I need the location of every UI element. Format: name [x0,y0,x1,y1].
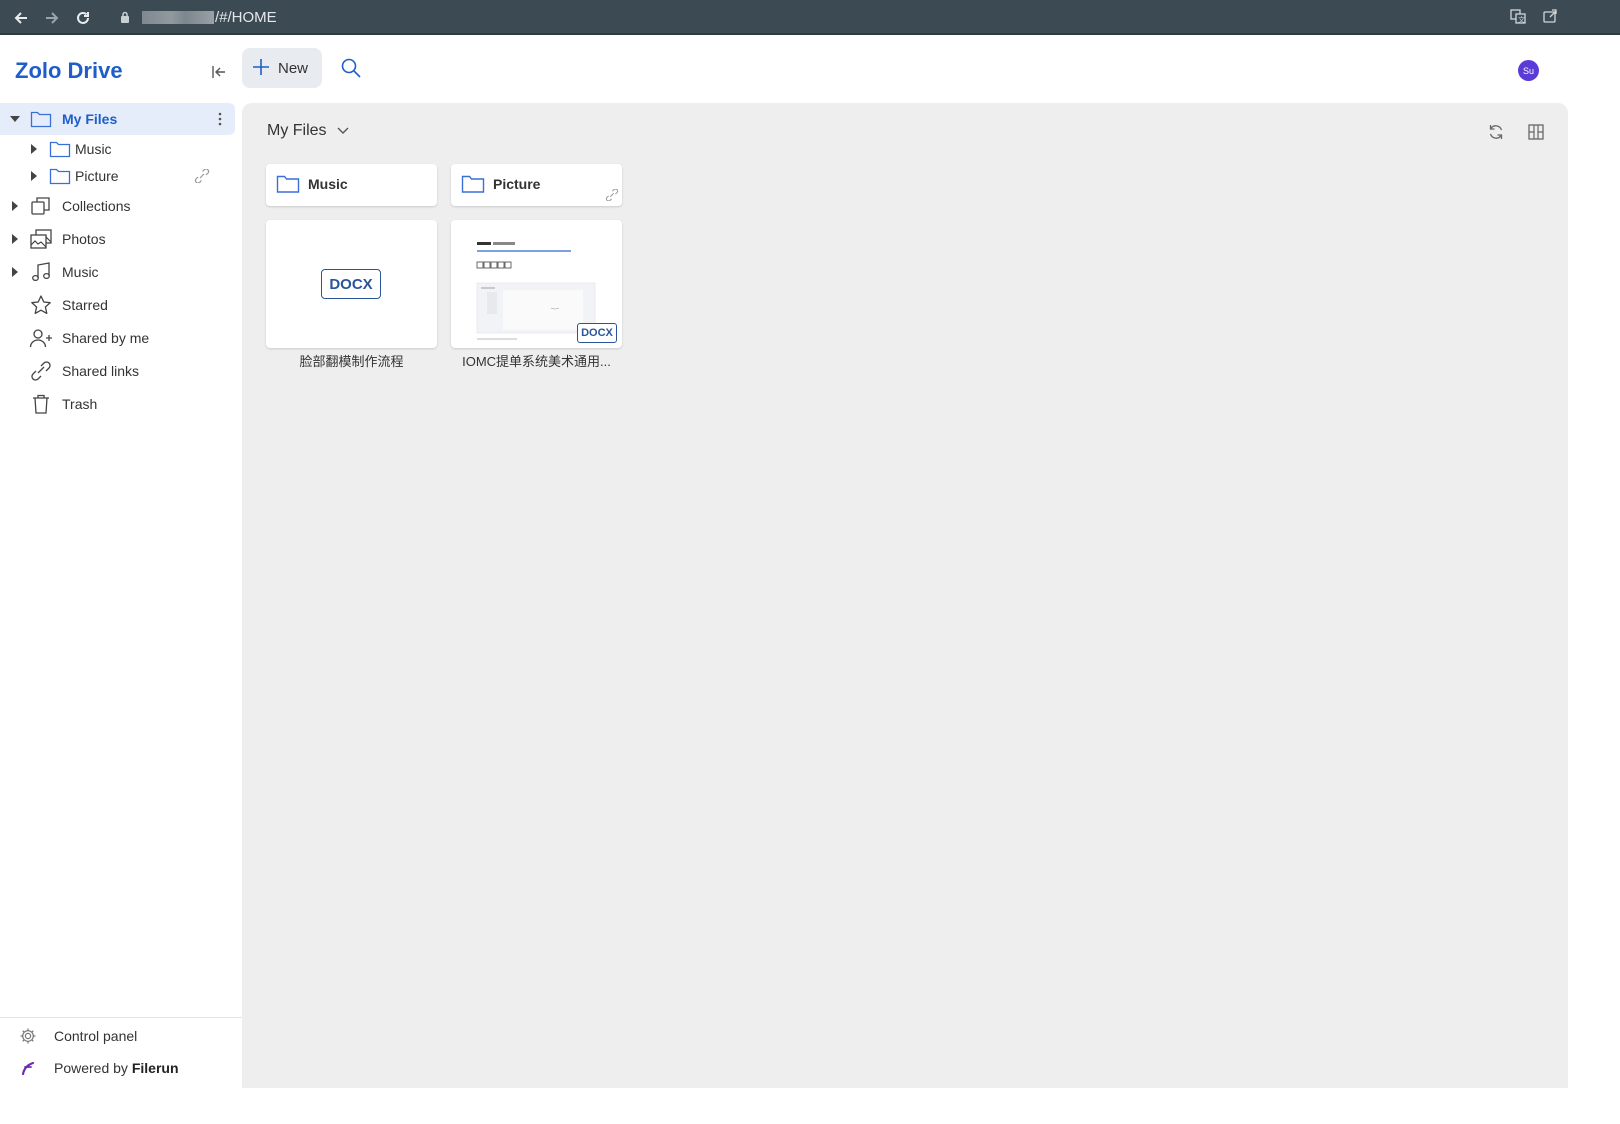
folder-name: Music [308,176,348,192]
forward-icon[interactable] [41,7,63,29]
sidebar-footer: Control panel Powered by Filerun [0,1017,242,1089]
docx-file-type-badge: DOCX [577,323,617,343]
sidebar-item-label: Shared by me [62,330,150,346]
gear-icon [16,1024,40,1048]
caret-right-icon[interactable] [10,234,20,244]
sidebar-item-collections[interactable]: Collections [0,190,242,222]
sidebar-item-shared-by-me[interactable]: Shared by me [0,322,242,354]
sidebar-item-picture-folder[interactable]: Picture [0,160,242,192]
sidebar-item-my-files[interactable]: My Files [0,103,235,135]
new-button[interactable]: New [242,48,322,88]
view-options-icon[interactable] [1527,123,1545,144]
url-redacted [142,11,214,24]
sidebar-item-label: Starred [62,297,108,313]
folder-name: Picture [493,176,541,192]
caret-right-icon[interactable] [10,267,20,277]
main-panel: My Files Music Picture DOCX 脸部翻模制作流程 DOC… [242,103,1568,1088]
caret-right-icon[interactable] [10,201,20,211]
file-card[interactable]: DOCX [451,220,622,348]
url-text: /#/HOME [215,9,277,26]
powered-prefix: Powered by [54,1060,132,1076]
add-user-icon [29,326,53,350]
sidebar-item-label: Music [75,141,112,157]
sidebar-item-photos[interactable]: Photos [0,223,242,255]
sidebar: Zolo Drive My Files Music Picture Collec… [0,35,242,1124]
file-name[interactable]: 脸部翻模制作流程 [266,351,437,370]
reload-icon[interactable] [72,7,94,29]
shared-link-icon [193,168,211,186]
translate-icon[interactable]: 文 [1510,8,1526,27]
caret-right-icon[interactable] [29,171,39,181]
breadcrumb[interactable]: My Files [267,122,349,140]
sidebar-item-label: Shared links [62,363,140,379]
caret-right-icon[interactable] [29,144,39,154]
powered-by[interactable]: Powered by Filerun [0,1052,242,1084]
sidebar-item-label: Picture [75,168,119,184]
folder-icon [276,174,300,197]
file-card[interactable]: DOCX [266,220,437,348]
link-icon [29,359,53,383]
browser-toolbar: /#/HOME 文 [0,0,1620,35]
control-panel-link[interactable]: Control panel [0,1020,242,1052]
collapse-sidebar-icon[interactable] [208,61,230,83]
svg-text:文: 文 [1518,15,1525,24]
sidebar-item-label: Photos [62,231,106,247]
share-icon[interactable] [1542,8,1558,27]
shared-link-icon [604,188,620,204]
collections-icon [29,194,53,218]
sidebar-item-label: My Files [62,111,118,127]
sidebar-item-label: Trash [62,396,98,412]
sidebar-item-label: Collections [62,198,131,214]
music-icon [29,260,53,284]
brand-title[interactable]: Zolo Drive [15,58,123,84]
sidebar-item-trash[interactable]: Trash [0,388,242,420]
photos-icon [29,227,53,251]
plus-icon [252,58,270,79]
search-icon[interactable] [340,57,362,82]
folder-icon [461,174,485,197]
avatar[interactable]: Su [1518,60,1539,81]
more-options-icon[interactable] [218,111,222,130]
folder-card-picture[interactable]: Picture [451,164,622,206]
sidebar-item-shared-links[interactable]: Shared links [0,355,242,387]
folder-icon [29,107,53,131]
control-panel-label: Control panel [54,1028,138,1044]
caret-down-icon[interactable] [10,114,20,124]
sidebar-item-starred[interactable]: Starred [0,289,242,321]
back-icon[interactable] [10,7,32,29]
powered-by-text: Powered by Filerun [54,1060,179,1076]
star-icon [29,293,53,317]
sidebar-item-music[interactable]: Music [0,256,242,288]
folder-icon [48,137,72,161]
chevron-down-icon [337,122,349,140]
lock-icon [120,10,130,26]
address-bar[interactable]: /#/HOME [108,3,1608,31]
trash-icon [29,392,53,416]
filerun-logo-icon [16,1056,40,1080]
file-name[interactable]: IOMC提单系统美术通用... [451,351,622,370]
powered-brand: Filerun [131,1060,179,1076]
sidebar-item-label: Music [62,264,99,280]
refresh-icon[interactable] [1487,123,1505,144]
folder-icon [48,164,72,188]
new-button-label: New [278,60,309,77]
breadcrumb-current: My Files [267,122,327,139]
docx-file-type-badge: DOCX [321,269,381,299]
folder-card-music[interactable]: Music [266,164,437,206]
